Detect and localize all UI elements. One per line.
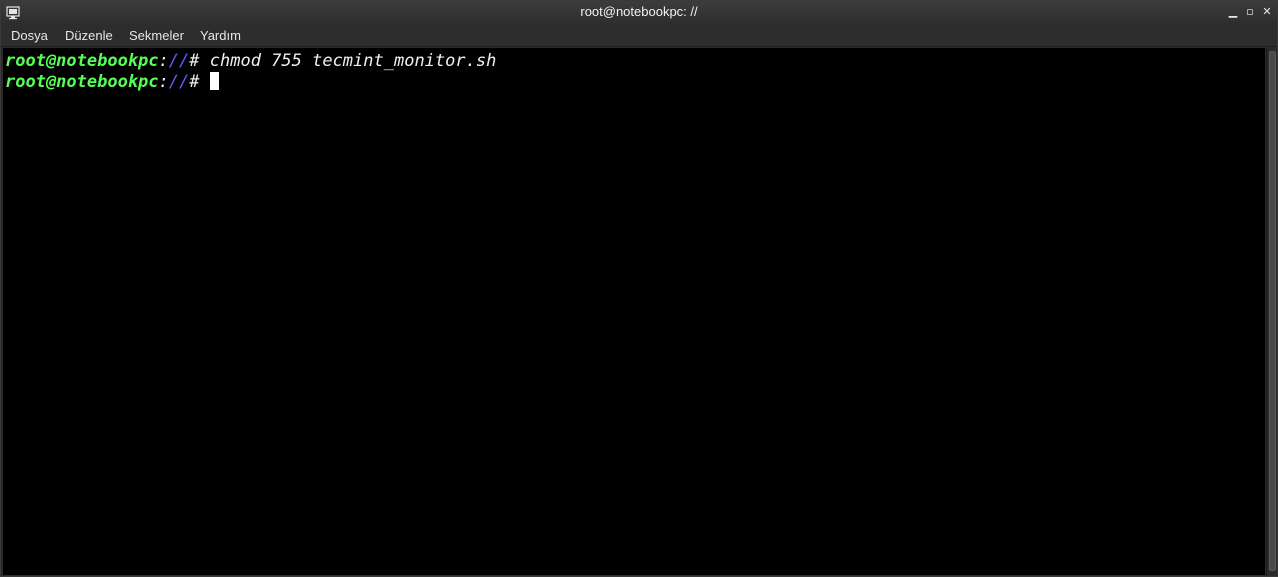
terminal-output[interactable]: root@notebookpc://# chmod 755 tecmint_mo…: [3, 48, 1265, 575]
scrollbar-thumb[interactable]: [1269, 51, 1276, 571]
prompt-symbol: #: [189, 72, 210, 92]
maximize-icon[interactable]: ▫: [1242, 4, 1258, 20]
title-bar[interactable]: root@notebookpc: // ▁ ▫ ✕: [1, 1, 1277, 23]
vertical-scrollbar[interactable]: [1266, 48, 1277, 575]
prompt-separator: :: [158, 51, 169, 71]
text-cursor: [209, 72, 219, 90]
terminal-line: root@notebookpc://# chmod 755 tecmint_mo…: [5, 50, 496, 72]
menu-help[interactable]: Yardım: [200, 23, 241, 47]
prompt-path: //: [168, 72, 190, 92]
prompt-symbol: #: [189, 51, 210, 71]
terminal-line: root@notebookpc://#: [5, 71, 219, 93]
minimize-icon[interactable]: ▁: [1225, 4, 1241, 20]
close-icon[interactable]: ✕: [1259, 4, 1275, 20]
menu-tabs[interactable]: Sekmeler: [129, 23, 184, 47]
menu-file[interactable]: Dosya: [11, 23, 48, 47]
terminal-window: root@notebookpc: // ▁ ▫ ✕ Dosya Düzenle …: [0, 0, 1278, 577]
prompt-user-host: root@notebookpc: [5, 51, 159, 71]
window-title: root@notebookpc: //: [580, 4, 698, 19]
prompt-path: //: [168, 51, 190, 71]
prompt-user-host: root@notebookpc: [5, 72, 159, 92]
menu-edit[interactable]: Düzenle: [65, 23, 113, 47]
menu-bar: Dosya Düzenle Sekmeler Yardım: [1, 23, 1277, 47]
prompt-separator: :: [158, 72, 169, 92]
command-text: chmod 755 tecmint_monitor.sh: [209, 51, 497, 71]
